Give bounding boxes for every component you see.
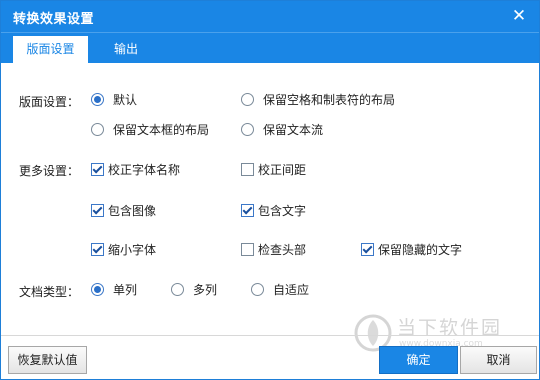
tab-output[interactable]: 输出 bbox=[98, 36, 154, 64]
checkbox-label: 保留隐藏的文字 bbox=[378, 242, 463, 257]
checkbox-checked[interactable] bbox=[361, 242, 374, 256]
radio-doc-adaptive[interactable]: 自适应 bbox=[251, 281, 309, 297]
checkbox-checked[interactable] bbox=[241, 203, 254, 217]
tab-bar: 版面设置 输出 bbox=[1, 32, 539, 64]
checkbox-fix-font-name[interactable]: 校正字体名称 bbox=[91, 161, 180, 177]
checkbox-keep-hidden-text[interactable]: 保留隐藏的文字 bbox=[361, 241, 462, 257]
radio-label: 保留文本流 bbox=[263, 122, 324, 137]
radio-button-selected[interactable] bbox=[91, 282, 104, 296]
checkbox-label: 缩小字体 bbox=[108, 242, 157, 257]
checkbox-fix-spacing[interactable]: 校正间距 bbox=[241, 161, 306, 177]
title-bar[interactable]: 转换效果设置 ✕ bbox=[1, 1, 539, 32]
checkbox-label: 包含文字 bbox=[258, 203, 307, 218]
checkbox-label: 校正间距 bbox=[258, 162, 307, 177]
radio-label: 保留文本框的布局 bbox=[113, 122, 210, 137]
checkbox-label: 检查头部 bbox=[258, 242, 307, 257]
radio-button[interactable] bbox=[251, 282, 264, 296]
checkbox-label: 包含图像 bbox=[108, 203, 157, 218]
radio-label: 保留空格和制表符的布局 bbox=[263, 92, 396, 107]
checkbox-unchecked[interactable] bbox=[241, 162, 254, 176]
close-icon[interactable]: ✕ bbox=[509, 6, 529, 26]
checkbox-checked[interactable] bbox=[91, 242, 104, 256]
radio-label: 多列 bbox=[193, 282, 218, 297]
layout-settings-label: 版面设置： bbox=[19, 95, 80, 109]
footer-divider bbox=[1, 335, 539, 336]
checkbox-unchecked[interactable] bbox=[241, 242, 254, 256]
checkbox-shrink-font[interactable]: 缩小字体 bbox=[91, 241, 156, 257]
checkbox-include-text[interactable]: 包含文字 bbox=[241, 202, 306, 218]
radio-layout-default[interactable]: 默认 bbox=[91, 91, 137, 107]
radio-button[interactable] bbox=[241, 122, 254, 136]
checkbox-check-header[interactable]: 检查头部 bbox=[241, 241, 306, 257]
checkbox-checked[interactable] bbox=[91, 162, 104, 176]
radio-button[interactable] bbox=[91, 122, 104, 136]
doc-type-label: 文档类型： bbox=[19, 285, 80, 299]
radio-doc-multi-column[interactable]: 多列 bbox=[171, 281, 217, 297]
conversion-settings-dialog: 转换效果设置 ✕ 版面设置 输出 版面设置： 默认 保留空格和制表符的布局 保留… bbox=[0, 0, 540, 380]
radio-button[interactable] bbox=[171, 282, 184, 296]
radio-label: 自适应 bbox=[273, 282, 310, 297]
radio-label: 默认 bbox=[113, 92, 138, 107]
restore-defaults-button[interactable]: 恢复默认值 bbox=[8, 346, 87, 374]
radio-layout-keep-textbox[interactable]: 保留文本框的布局 bbox=[91, 121, 209, 137]
checkbox-checked[interactable] bbox=[91, 203, 104, 217]
radio-doc-single-column[interactable]: 单列 bbox=[91, 281, 137, 297]
tab-layout-settings[interactable]: 版面设置 bbox=[13, 36, 88, 64]
radio-layout-keep-text-flow[interactable]: 保留文本流 bbox=[241, 121, 323, 137]
ok-button[interactable]: 确定 bbox=[379, 346, 458, 374]
checkbox-label: 校正字体名称 bbox=[108, 162, 181, 177]
checkbox-include-images[interactable]: 包含图像 bbox=[91, 202, 156, 218]
radio-label: 单列 bbox=[113, 282, 138, 297]
cancel-button[interactable]: 取消 bbox=[460, 346, 537, 374]
radio-layout-keep-spaces-tabs[interactable]: 保留空格和制表符的布局 bbox=[241, 91, 395, 107]
radio-button-selected[interactable] bbox=[91, 92, 104, 106]
more-settings-label: 更多设置： bbox=[19, 164, 80, 178]
dialog-title: 转换效果设置 bbox=[13, 12, 95, 27]
radio-button[interactable] bbox=[241, 92, 254, 106]
